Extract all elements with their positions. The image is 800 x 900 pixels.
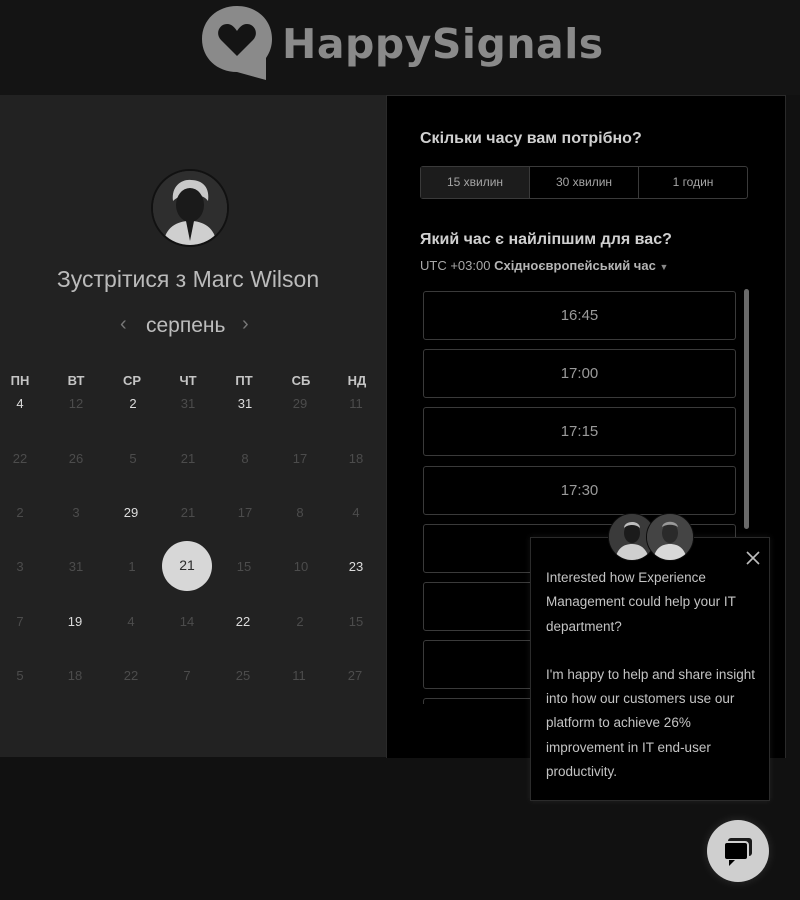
- person-portrait-icon: [153, 171, 227, 245]
- calendar-day: 15: [236, 559, 252, 574]
- weekday-header: ВТ: [67, 373, 85, 388]
- weekday-header: СР: [122, 373, 142, 388]
- calendar-day: 14: [179, 614, 195, 629]
- calendar-day: 2: [296, 614, 304, 629]
- calendar-day: 3: [16, 559, 24, 574]
- calendar-day: 31: [68, 559, 84, 574]
- month-label: серпень: [146, 314, 226, 337]
- calendar-day: 5: [129, 451, 137, 466]
- meet-prefix: Зустрітися з: [56, 266, 187, 292]
- calendar-day: 1: [128, 559, 136, 574]
- brand-logo[interactable]: HappySignals: [198, 2, 603, 82]
- calendar-day: 11: [292, 668, 306, 683]
- calendar-day: 4: [127, 614, 135, 629]
- weekday-header: НД: [347, 373, 367, 388]
- duration-question: Скільки часу вам потрібно?: [420, 130, 642, 147]
- calendar-day: 5: [16, 668, 24, 683]
- time-slot[interactable]: 17:30: [423, 466, 736, 515]
- calendar-day: 8: [241, 451, 249, 466]
- calendar-day: 7: [16, 614, 24, 629]
- calendar-day: 31: [180, 396, 196, 411]
- calendar-day: 22: [12, 451, 28, 466]
- calendar-day[interactable]: 4: [0, 396, 40, 411]
- calendar-day: 15: [348, 614, 364, 629]
- weekday-header: СБ: [291, 373, 311, 388]
- tz-offset: UTC +03:00: [420, 258, 491, 273]
- calendar-day: 18: [348, 451, 364, 466]
- agent-avatar: [646, 513, 694, 561]
- time-slot[interactable]: 17:15: [423, 407, 736, 456]
- popup-line-1: Interested how Experience Management cou…: [546, 570, 736, 634]
- calendar-day: 8: [296, 505, 304, 520]
- calendar-day: 4: [352, 505, 360, 520]
- heart-speech-bubble-icon: [202, 6, 272, 80]
- calendar-day[interactable]: 29: [111, 505, 151, 520]
- calendar-day[interactable]: 31: [225, 396, 265, 411]
- duration-60-button[interactable]: 1 годин: [639, 167, 747, 198]
- host-avatar: [151, 169, 229, 247]
- header-bar: HappySignals: [0, 0, 800, 95]
- calendar-day[interactable]: 2: [113, 396, 153, 411]
- calendar-day: 17: [237, 505, 253, 520]
- calendar-day: 2: [16, 505, 24, 520]
- time-slot[interactable]: 17:00: [423, 349, 736, 398]
- calendar-day: 17: [292, 451, 308, 466]
- month-navigation: ‹ серпень ›: [110, 313, 270, 339]
- host-name: Marc Wilson: [192, 266, 320, 292]
- chat-popup: Interested how Experience Management cou…: [530, 537, 770, 801]
- calendar-day[interactable]: 23: [336, 559, 376, 574]
- calendar-day: 21: [180, 451, 196, 466]
- close-icon[interactable]: [743, 548, 763, 568]
- weekday-header: ПН: [10, 373, 30, 388]
- timezone-selector[interactable]: UTC +03:00 Східноєвропейський час ▼: [420, 258, 668, 273]
- scroll-thumb[interactable]: [744, 289, 749, 529]
- calendar-day: 26: [68, 451, 84, 466]
- chevron-left-icon[interactable]: ‹: [120, 313, 127, 336]
- time-slot[interactable]: 16:45: [423, 291, 736, 340]
- chevron-right-icon[interactable]: ›: [242, 313, 249, 336]
- calendar-day: 21: [180, 505, 196, 520]
- calendar-day: 27: [347, 668, 363, 683]
- selected-day[interactable]: 21: [162, 541, 212, 591]
- chat-launcher-button[interactable]: [707, 820, 769, 882]
- tz-name: Східноєвропейський час: [494, 258, 656, 273]
- calendar-day: 10: [293, 559, 309, 574]
- calendar-day[interactable]: 19: [55, 614, 95, 629]
- meeting-title: Зустрітися з Marc Wilson: [0, 266, 376, 293]
- calendar-day: 11: [349, 396, 363, 411]
- calendar-day: 12: [68, 396, 84, 411]
- weekday-header: ПТ: [235, 373, 253, 388]
- chat-bubble-icon: [723, 838, 752, 866]
- popup-message: Interested how Experience Management cou…: [546, 566, 758, 784]
- calendar-day: 25: [235, 668, 251, 683]
- duration-selector: 15 хвилин 30 хвилин 1 годин: [420, 166, 748, 199]
- caret-down-icon: ▼: [659, 262, 669, 272]
- calendar-day[interactable]: 22: [223, 614, 263, 629]
- calendar-day: 18: [67, 668, 83, 683]
- calendar-day: 3: [72, 505, 80, 520]
- popup-line-2: I'm happy to help and share insight into…: [546, 666, 755, 780]
- calendar-day: 29: [292, 396, 308, 411]
- calendar-day: 22: [123, 668, 139, 683]
- calendar-day: 7: [183, 668, 191, 683]
- duration-30-button[interactable]: 30 хвилин: [530, 167, 639, 198]
- weekday-header: ЧТ: [179, 373, 197, 388]
- time-question: Який час є найліпшим для вас?: [420, 231, 672, 248]
- brand-name: HappySignals: [282, 20, 604, 68]
- duration-15-button[interactable]: 15 хвилин: [421, 167, 530, 198]
